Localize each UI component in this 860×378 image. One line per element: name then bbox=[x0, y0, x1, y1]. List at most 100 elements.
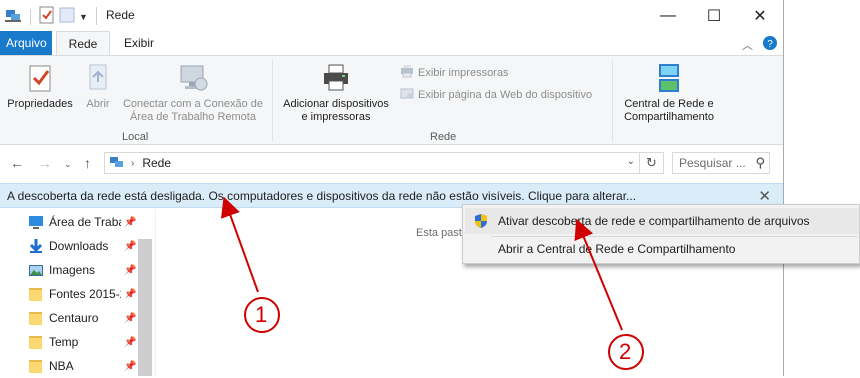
collapse-ribbon-icon[interactable]: ︿ bbox=[742, 37, 753, 53]
view-device-webpage-button[interactable]: Exibir página da Web do dispositivo bbox=[400, 86, 592, 103]
maximize-button[interactable]: ☐ bbox=[691, 0, 737, 31]
empty-folder-text: Esta past bbox=[416, 227, 462, 239]
properties-button[interactable]: Propriedades bbox=[4, 62, 76, 111]
minimize-button[interactable]: — bbox=[645, 0, 691, 31]
breadcrumb-chevron-icon[interactable]: › bbox=[131, 158, 134, 169]
group-separator bbox=[272, 60, 273, 142]
nav-item-label: Centauro bbox=[49, 311, 99, 325]
menu-item-enable-discovery[interactable]: Ativar descoberta de rede e compartilham… bbox=[465, 208, 859, 234]
forward-button[interactable]: → bbox=[38, 155, 52, 171]
add-devices-label-1: Adicionar dispositivos bbox=[283, 98, 389, 110]
nav-item-label: Fontes 2015-2 bbox=[49, 287, 121, 301]
search-input[interactable]: Pesquisar ... ⚲ bbox=[672, 152, 770, 174]
properties-qat-icon[interactable] bbox=[39, 6, 55, 27]
ribbon-tabs: Arquivo Rede Exibir ︿ ? bbox=[0, 31, 783, 56]
nav-item-label: NBA bbox=[49, 359, 74, 373]
title-bar: ▼ Rede — ☐ ✕ bbox=[0, 0, 783, 31]
nav-item-folder[interactable]: Fontes 2015-2 📌 bbox=[28, 282, 150, 306]
pin-icon[interactable]: 📌 bbox=[124, 265, 136, 276]
pin-icon[interactable]: 📌 bbox=[124, 361, 136, 372]
group-label-local: Local bbox=[122, 131, 149, 143]
nav-item-folder[interactable]: NBA 📌 bbox=[28, 354, 150, 378]
close-button[interactable]: ✕ bbox=[737, 0, 783, 31]
infobar-message[interactable]: A descoberta da rede está desligada. Os … bbox=[7, 189, 636, 203]
network-center-button[interactable]: Central de Rede e Compartilhamento bbox=[616, 62, 722, 124]
qat-dropdown-icon[interactable]: ▼ bbox=[79, 12, 88, 22]
new-folder-qat-icon[interactable] bbox=[59, 6, 75, 27]
nav-item-images[interactable]: Imagens 📌 bbox=[28, 258, 150, 282]
network-center-icon bbox=[653, 62, 685, 94]
nav-scrollbar-thumb[interactable] bbox=[138, 239, 152, 376]
nav-item-folder[interactable]: Temp 📌 bbox=[28, 330, 150, 354]
ribbon-controls: ︿ ? bbox=[742, 36, 777, 53]
address-bar[interactable]: › Rede ⌄ ↻ bbox=[104, 152, 664, 174]
download-icon bbox=[29, 239, 43, 253]
pin-icon[interactable]: 📌 bbox=[124, 289, 136, 300]
shield-icon bbox=[473, 213, 489, 232]
desktop-icon bbox=[29, 216, 43, 229]
tab-exibir[interactable]: Exibir bbox=[114, 31, 164, 56]
open-label: Abrir bbox=[86, 98, 110, 110]
qat-separator bbox=[30, 8, 31, 25]
menu-item-label: Ativar descoberta de rede e compartilham… bbox=[498, 214, 810, 228]
nav-item-downloads[interactable]: Downloads 📌 bbox=[28, 234, 150, 258]
search-icon[interactable]: ⚲ bbox=[755, 155, 765, 171]
address-dropdown-icon[interactable]: ⌄ bbox=[627, 156, 635, 167]
printer-icon bbox=[320, 62, 352, 94]
navigation-pane: Área de Trabalho 📌 Downloads 📌 Imagens 📌… bbox=[0, 209, 155, 376]
close-infobar-icon[interactable]: ✕ bbox=[758, 187, 771, 205]
folder-icon bbox=[29, 360, 42, 373]
webpage-small-icon bbox=[400, 86, 414, 103]
group-separator bbox=[612, 60, 613, 142]
breadcrumb-rede[interactable]: Rede bbox=[142, 156, 171, 170]
remote-desktop-label-2: Área de Trabalho Remota bbox=[130, 111, 256, 123]
view-device-webpage-label: Exibir página da Web do dispositivo bbox=[418, 88, 593, 101]
pictures-icon bbox=[29, 265, 43, 276]
open-icon bbox=[82, 62, 114, 94]
help-icon[interactable]: ? bbox=[763, 36, 777, 53]
menu-item-open-network-center[interactable]: Abrir a Central de Rede e Compartilhamen… bbox=[465, 236, 859, 262]
nav-item-label: Temp bbox=[49, 335, 79, 349]
infobar-context-menu: Ativar descoberta de rede e compartilham… bbox=[462, 204, 860, 264]
network-center-label-1: Central de Rede e bbox=[624, 98, 714, 110]
back-button[interactable]: ← bbox=[10, 155, 24, 171]
window-title: Rede bbox=[106, 8, 135, 22]
view-printers-label: Exibir impressoras bbox=[418, 66, 509, 79]
properties-icon bbox=[24, 62, 56, 94]
pin-icon[interactable]: 📌 bbox=[124, 313, 136, 324]
pin-icon[interactable]: 📌 bbox=[124, 241, 136, 252]
navigation-bar: ← → ⌄ ↑ › Rede ⌄ ↻ Pesquisar ... ⚲ bbox=[0, 146, 783, 180]
remote-desktop-icon bbox=[177, 62, 209, 94]
open-button[interactable]: Abrir bbox=[80, 62, 116, 111]
tab-rede[interactable]: Rede bbox=[56, 31, 110, 56]
network-center-label-2: Compartilhamento bbox=[624, 111, 714, 123]
annotation-number-2: 2 bbox=[619, 339, 632, 364]
recent-locations-icon[interactable]: ⌄ bbox=[64, 159, 72, 170]
remote-desktop-label-1: Conectar com a Conexão de bbox=[122, 98, 264, 110]
network-location-icon bbox=[109, 154, 125, 173]
pin-icon[interactable]: 📌 bbox=[124, 337, 136, 348]
add-devices-button[interactable]: Adicionar dispositivos e impressoras bbox=[278, 62, 394, 124]
search-placeholder: Pesquisar ... bbox=[679, 156, 746, 170]
network-app-icon[interactable] bbox=[4, 6, 22, 27]
nav-item-label: Área de Trabalho bbox=[49, 215, 121, 229]
nav-item-folder[interactable]: Centauro 📌 bbox=[28, 306, 150, 330]
remote-desktop-button[interactable]: Conectar com a Conexão de Área de Trabal… bbox=[120, 62, 266, 124]
nav-item-label: Imagens bbox=[49, 263, 96, 277]
menu-item-label: Abrir a Central de Rede e Compartilhamen… bbox=[498, 242, 736, 256]
quick-access-toolbar: ▼ bbox=[4, 6, 88, 27]
ribbon: Propriedades Abrir Conectar com a Conexã… bbox=[0, 55, 783, 145]
tab-arquivo[interactable]: Arquivo bbox=[0, 31, 52, 56]
group-label-rede: Rede bbox=[430, 131, 457, 143]
refresh-button[interactable]: ↻ bbox=[639, 153, 663, 173]
nav-item-desktop[interactable]: Área de Trabalho 📌 bbox=[28, 210, 150, 234]
folder-icon bbox=[29, 288, 42, 301]
up-button[interactable]: ↑ bbox=[84, 155, 91, 171]
printers-small-icon bbox=[400, 64, 414, 81]
nav-item-label: Downloads bbox=[49, 239, 109, 253]
view-printers-button[interactable]: Exibir impressoras bbox=[400, 64, 508, 81]
properties-label: Propriedades bbox=[7, 98, 73, 110]
svg-text:?: ? bbox=[767, 39, 773, 50]
pin-icon[interactable]: 📌 bbox=[124, 217, 136, 228]
add-devices-label-2: e impressoras bbox=[301, 111, 371, 123]
